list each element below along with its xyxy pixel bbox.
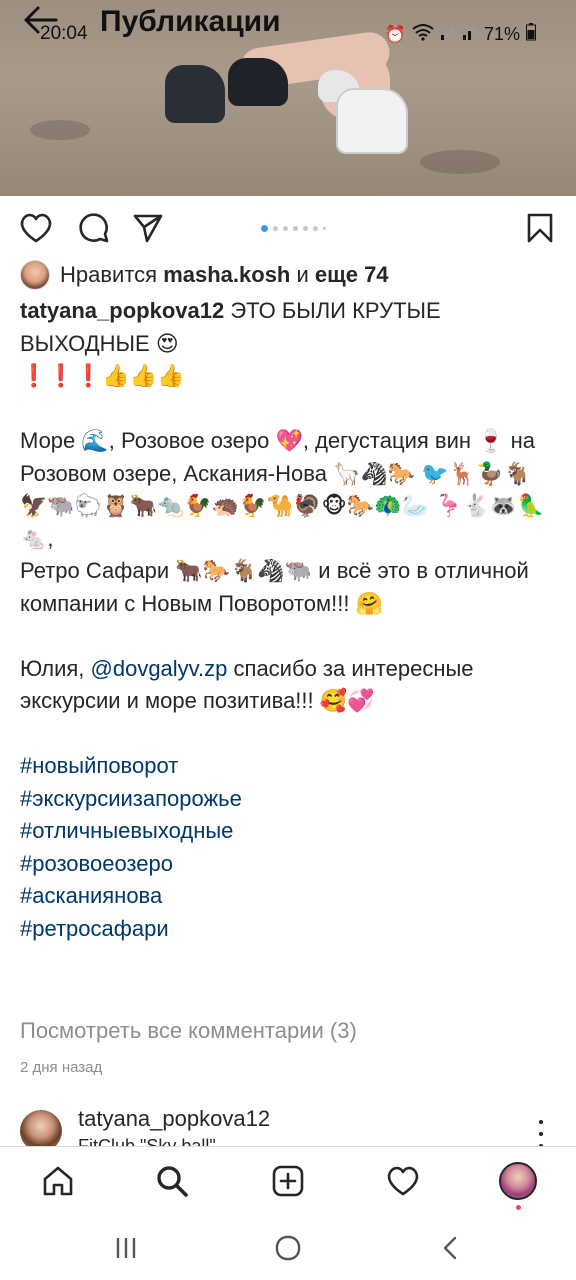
liker-avatar	[20, 260, 50, 290]
user-mention-link[interactable]: @dovgalyv.zp	[91, 656, 228, 681]
bottom-nav	[0, 1146, 576, 1216]
photo-detail	[30, 120, 90, 140]
notification-dot	[516, 1205, 521, 1210]
profile-icon	[499, 1162, 537, 1200]
bookmark-icon	[527, 213, 553, 243]
alarm-icon: ⏰	[384, 24, 406, 44]
comment-button[interactable]	[76, 208, 112, 248]
home-icon	[43, 1166, 73, 1196]
likes-others[interactable]: еще 74	[315, 262, 389, 288]
carousel-dot	[303, 226, 308, 231]
recent-apps-button[interactable]	[106, 1230, 146, 1266]
status-bar: Публикации 20:04 ⏰ 71%	[0, 5, 576, 50]
post-caption: tatyana_popkova12 ЭТО БЫЛИ КРУТЫЕ ВЫХОДН…	[20, 295, 550, 945]
search-icon	[157, 1166, 188, 1197]
nav-home[interactable]	[38, 1161, 78, 1201]
nav-search[interactable]	[152, 1161, 192, 1201]
caption-paragraph: Море 🌊, Розовое озеро 💖, дегустация вин …	[20, 428, 545, 551]
carousel-indicator	[261, 225, 326, 232]
nav-profile[interactable]	[498, 1161, 538, 1201]
likes-summary[interactable]: Нравится masha.kosh и еще 74	[20, 258, 389, 292]
carousel-dot	[261, 225, 268, 232]
carousel-dot	[273, 226, 278, 231]
caption-text: Юлия,	[20, 655, 85, 681]
system-nav	[0, 1216, 576, 1280]
caption-line: tatyana_popkova12 ЭТО БЫЛИ КРУТЫЕ ВЫХОДН…	[20, 295, 550, 360]
comment-icon	[79, 213, 109, 243]
more-options-icon[interactable]	[533, 1120, 549, 1148]
wifi-icon	[412, 23, 434, 46]
avatar[interactable]	[20, 1110, 62, 1146]
caption-text: спасибо за интересные экскурсии и море п…	[20, 655, 474, 714]
system-icons: ⏰ 71%	[385, 23, 536, 46]
liker-username[interactable]: masha.kosh	[163, 262, 290, 288]
home-system-button[interactable]	[268, 1230, 308, 1266]
photo-detail	[165, 65, 225, 123]
caption-emoji-line: ❗❗❗👍👍👍	[20, 363, 185, 388]
heart-icon	[20, 213, 52, 243]
signal-icon	[440, 23, 456, 46]
carousel-dot	[283, 226, 288, 231]
back-chevron-icon	[443, 1236, 457, 1260]
carousel-dot	[293, 226, 298, 231]
home-circle-icon	[275, 1235, 301, 1261]
photo-detail	[420, 150, 500, 174]
back-system-button[interactable]	[430, 1230, 470, 1266]
status-time: 20:04	[40, 23, 88, 44]
likes-prefix: Нравится	[60, 262, 158, 287]
carousel-dot	[323, 227, 326, 230]
caption-paragraph: Ретро Сафари 🐂🐎🐐🦓🐃 и всё это в отличной …	[20, 558, 529, 616]
nav-new-post[interactable]	[268, 1161, 308, 1201]
signal-icon	[462, 23, 478, 46]
hashtag-link[interactable]: #новыйповорот	[20, 750, 550, 783]
caption-username[interactable]: tatyana_popkova12	[20, 298, 224, 323]
hashtag-link[interactable]: #отличныевыходные	[20, 815, 550, 848]
battery-icon	[526, 23, 536, 46]
photo-detail	[336, 88, 408, 154]
nav-activity[interactable]	[383, 1161, 423, 1201]
post-date: 2 дня назад	[20, 1059, 103, 1076]
share-button[interactable]	[130, 208, 166, 248]
hashtag-link[interactable]: #ретросафари	[20, 913, 550, 946]
recent-apps-icon	[116, 1238, 136, 1258]
like-button[interactable]	[18, 208, 54, 248]
post-actions	[0, 208, 576, 248]
hashtag-link[interactable]: #экскурсиизапорожье	[20, 783, 550, 816]
hashtag-link[interactable]: #розовоеозеро	[20, 848, 550, 881]
activity-icon	[387, 1166, 419, 1196]
caption-paragraph: Юлия, @dovgalyv.zp спасибо за интересные…	[20, 653, 550, 718]
next-post-header: tatyana_popkova12 FitClub "Sky ball"	[20, 1104, 556, 1146]
battery-level: 71%	[483, 24, 520, 44]
new-post-icon	[272, 1165, 304, 1197]
save-button[interactable]	[522, 208, 558, 248]
likes-and: и	[296, 262, 309, 287]
hashtag-link[interactable]: #асканиянова	[20, 880, 550, 913]
next-post-username[interactable]: tatyana_popkova12	[78, 1106, 270, 1132]
send-icon	[133, 214, 163, 243]
carousel-dot	[313, 226, 318, 231]
next-post-location[interactable]: FitClub "Sky ball"	[78, 1136, 216, 1146]
photo-detail	[228, 58, 288, 106]
page-title: Публикации	[100, 5, 281, 38]
view-all-comments-link[interactable]: Посмотреть все комментарии (3)	[20, 1018, 357, 1044]
